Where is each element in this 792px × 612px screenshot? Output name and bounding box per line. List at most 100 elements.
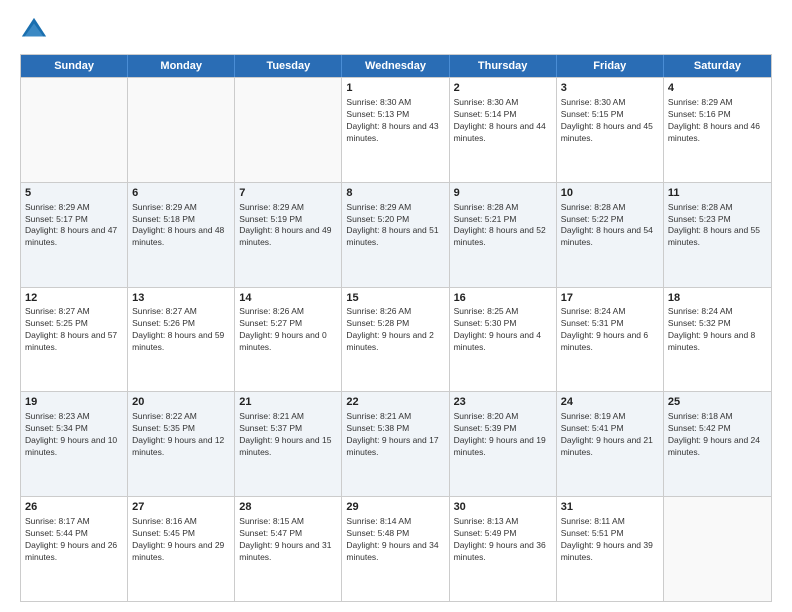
calendar-cell: 17Sunrise: 8:24 AMSunset: 5:31 PMDayligh… [557,288,664,392]
calendar-body: 1Sunrise: 8:30 AMSunset: 5:13 PMDaylight… [21,77,771,601]
day-number: 23 [454,395,552,410]
calendar-cell: 20Sunrise: 8:22 AMSunset: 5:35 PMDayligh… [128,392,235,496]
cell-details: Sunrise: 8:30 AMSunset: 5:15 PMDaylight:… [561,97,659,145]
calendar-cell: 28Sunrise: 8:15 AMSunset: 5:47 PMDayligh… [235,497,342,601]
calendar-cell: 26Sunrise: 8:17 AMSunset: 5:44 PMDayligh… [21,497,128,601]
cell-details: Sunrise: 8:21 AMSunset: 5:37 PMDaylight:… [239,411,337,459]
cell-details: Sunrise: 8:20 AMSunset: 5:39 PMDaylight:… [454,411,552,459]
day-number: 20 [132,395,230,410]
cell-details: Sunrise: 8:30 AMSunset: 5:13 PMDaylight:… [346,97,444,145]
weekday-header: Wednesday [342,55,449,77]
day-number: 25 [668,395,767,410]
calendar-cell: 12Sunrise: 8:27 AMSunset: 5:25 PMDayligh… [21,288,128,392]
cell-details: Sunrise: 8:15 AMSunset: 5:47 PMDaylight:… [239,516,337,564]
weekday-header: Sunday [21,55,128,77]
day-number: 3 [561,81,659,96]
calendar-row: 1Sunrise: 8:30 AMSunset: 5:13 PMDaylight… [21,77,771,182]
day-number: 5 [25,186,123,201]
day-number: 22 [346,395,444,410]
calendar-cell: 14Sunrise: 8:26 AMSunset: 5:27 PMDayligh… [235,288,342,392]
cell-details: Sunrise: 8:29 AMSunset: 5:20 PMDaylight:… [346,202,444,250]
weekday-header: Friday [557,55,664,77]
day-number: 7 [239,186,337,201]
calendar-cell: 18Sunrise: 8:24 AMSunset: 5:32 PMDayligh… [664,288,771,392]
calendar-cell: 16Sunrise: 8:25 AMSunset: 5:30 PMDayligh… [450,288,557,392]
calendar-cell: 3Sunrise: 8:30 AMSunset: 5:15 PMDaylight… [557,78,664,182]
cell-details: Sunrise: 8:21 AMSunset: 5:38 PMDaylight:… [346,411,444,459]
day-number: 26 [25,500,123,515]
day-number: 8 [346,186,444,201]
day-number: 31 [561,500,659,515]
calendar-cell: 6Sunrise: 8:29 AMSunset: 5:18 PMDaylight… [128,183,235,287]
day-number: 13 [132,291,230,306]
day-number: 17 [561,291,659,306]
page: SundayMondayTuesdayWednesdayThursdayFrid… [0,0,792,612]
calendar-cell: 9Sunrise: 8:28 AMSunset: 5:21 PMDaylight… [450,183,557,287]
calendar-cell: 27Sunrise: 8:16 AMSunset: 5:45 PMDayligh… [128,497,235,601]
day-number: 1 [346,81,444,96]
calendar-cell [21,78,128,182]
calendar-cell: 7Sunrise: 8:29 AMSunset: 5:19 PMDaylight… [235,183,342,287]
calendar: SundayMondayTuesdayWednesdayThursdayFrid… [20,54,772,602]
day-number: 21 [239,395,337,410]
cell-details: Sunrise: 8:29 AMSunset: 5:16 PMDaylight:… [668,97,767,145]
calendar-cell: 13Sunrise: 8:27 AMSunset: 5:26 PMDayligh… [128,288,235,392]
cell-details: Sunrise: 8:23 AMSunset: 5:34 PMDaylight:… [25,411,123,459]
day-number: 4 [668,81,767,96]
calendar-header: SundayMondayTuesdayWednesdayThursdayFrid… [21,55,771,77]
calendar-cell: 21Sunrise: 8:21 AMSunset: 5:37 PMDayligh… [235,392,342,496]
calendar-cell: 5Sunrise: 8:29 AMSunset: 5:17 PMDaylight… [21,183,128,287]
cell-details: Sunrise: 8:30 AMSunset: 5:14 PMDaylight:… [454,97,552,145]
day-number: 19 [25,395,123,410]
cell-details: Sunrise: 8:11 AMSunset: 5:51 PMDaylight:… [561,516,659,564]
cell-details: Sunrise: 8:13 AMSunset: 5:49 PMDaylight:… [454,516,552,564]
cell-details: Sunrise: 8:29 AMSunset: 5:17 PMDaylight:… [25,202,123,250]
day-number: 28 [239,500,337,515]
cell-details: Sunrise: 8:29 AMSunset: 5:19 PMDaylight:… [239,202,337,250]
calendar-cell: 2Sunrise: 8:30 AMSunset: 5:14 PMDaylight… [450,78,557,182]
cell-details: Sunrise: 8:17 AMSunset: 5:44 PMDaylight:… [25,516,123,564]
calendar-cell: 8Sunrise: 8:29 AMSunset: 5:20 PMDaylight… [342,183,449,287]
cell-details: Sunrise: 8:24 AMSunset: 5:32 PMDaylight:… [668,306,767,354]
day-number: 29 [346,500,444,515]
calendar-row: 5Sunrise: 8:29 AMSunset: 5:17 PMDaylight… [21,182,771,287]
cell-details: Sunrise: 8:28 AMSunset: 5:22 PMDaylight:… [561,202,659,250]
day-number: 16 [454,291,552,306]
calendar-cell: 15Sunrise: 8:26 AMSunset: 5:28 PMDayligh… [342,288,449,392]
cell-details: Sunrise: 8:25 AMSunset: 5:30 PMDaylight:… [454,306,552,354]
calendar-cell [235,78,342,182]
cell-details: Sunrise: 8:18 AMSunset: 5:42 PMDaylight:… [668,411,767,459]
logo-icon [20,16,48,44]
calendar-row: 19Sunrise: 8:23 AMSunset: 5:34 PMDayligh… [21,391,771,496]
calendar-cell: 4Sunrise: 8:29 AMSunset: 5:16 PMDaylight… [664,78,771,182]
day-number: 10 [561,186,659,201]
calendar-cell: 29Sunrise: 8:14 AMSunset: 5:48 PMDayligh… [342,497,449,601]
day-number: 30 [454,500,552,515]
day-number: 14 [239,291,337,306]
calendar-cell: 30Sunrise: 8:13 AMSunset: 5:49 PMDayligh… [450,497,557,601]
calendar-row: 26Sunrise: 8:17 AMSunset: 5:44 PMDayligh… [21,496,771,601]
day-number: 9 [454,186,552,201]
cell-details: Sunrise: 8:24 AMSunset: 5:31 PMDaylight:… [561,306,659,354]
calendar-cell [664,497,771,601]
weekday-header: Thursday [450,55,557,77]
cell-details: Sunrise: 8:14 AMSunset: 5:48 PMDaylight:… [346,516,444,564]
cell-details: Sunrise: 8:28 AMSunset: 5:21 PMDaylight:… [454,202,552,250]
cell-details: Sunrise: 8:26 AMSunset: 5:27 PMDaylight:… [239,306,337,354]
cell-details: Sunrise: 8:27 AMSunset: 5:26 PMDaylight:… [132,306,230,354]
day-number: 27 [132,500,230,515]
calendar-cell: 24Sunrise: 8:19 AMSunset: 5:41 PMDayligh… [557,392,664,496]
day-number: 18 [668,291,767,306]
day-number: 2 [454,81,552,96]
cell-details: Sunrise: 8:22 AMSunset: 5:35 PMDaylight:… [132,411,230,459]
day-number: 24 [561,395,659,410]
calendar-cell: 10Sunrise: 8:28 AMSunset: 5:22 PMDayligh… [557,183,664,287]
logo [20,16,52,44]
calendar-cell: 31Sunrise: 8:11 AMSunset: 5:51 PMDayligh… [557,497,664,601]
day-number: 12 [25,291,123,306]
day-number: 15 [346,291,444,306]
calendar-cell [128,78,235,182]
weekday-header: Monday [128,55,235,77]
calendar-cell: 19Sunrise: 8:23 AMSunset: 5:34 PMDayligh… [21,392,128,496]
day-number: 6 [132,186,230,201]
